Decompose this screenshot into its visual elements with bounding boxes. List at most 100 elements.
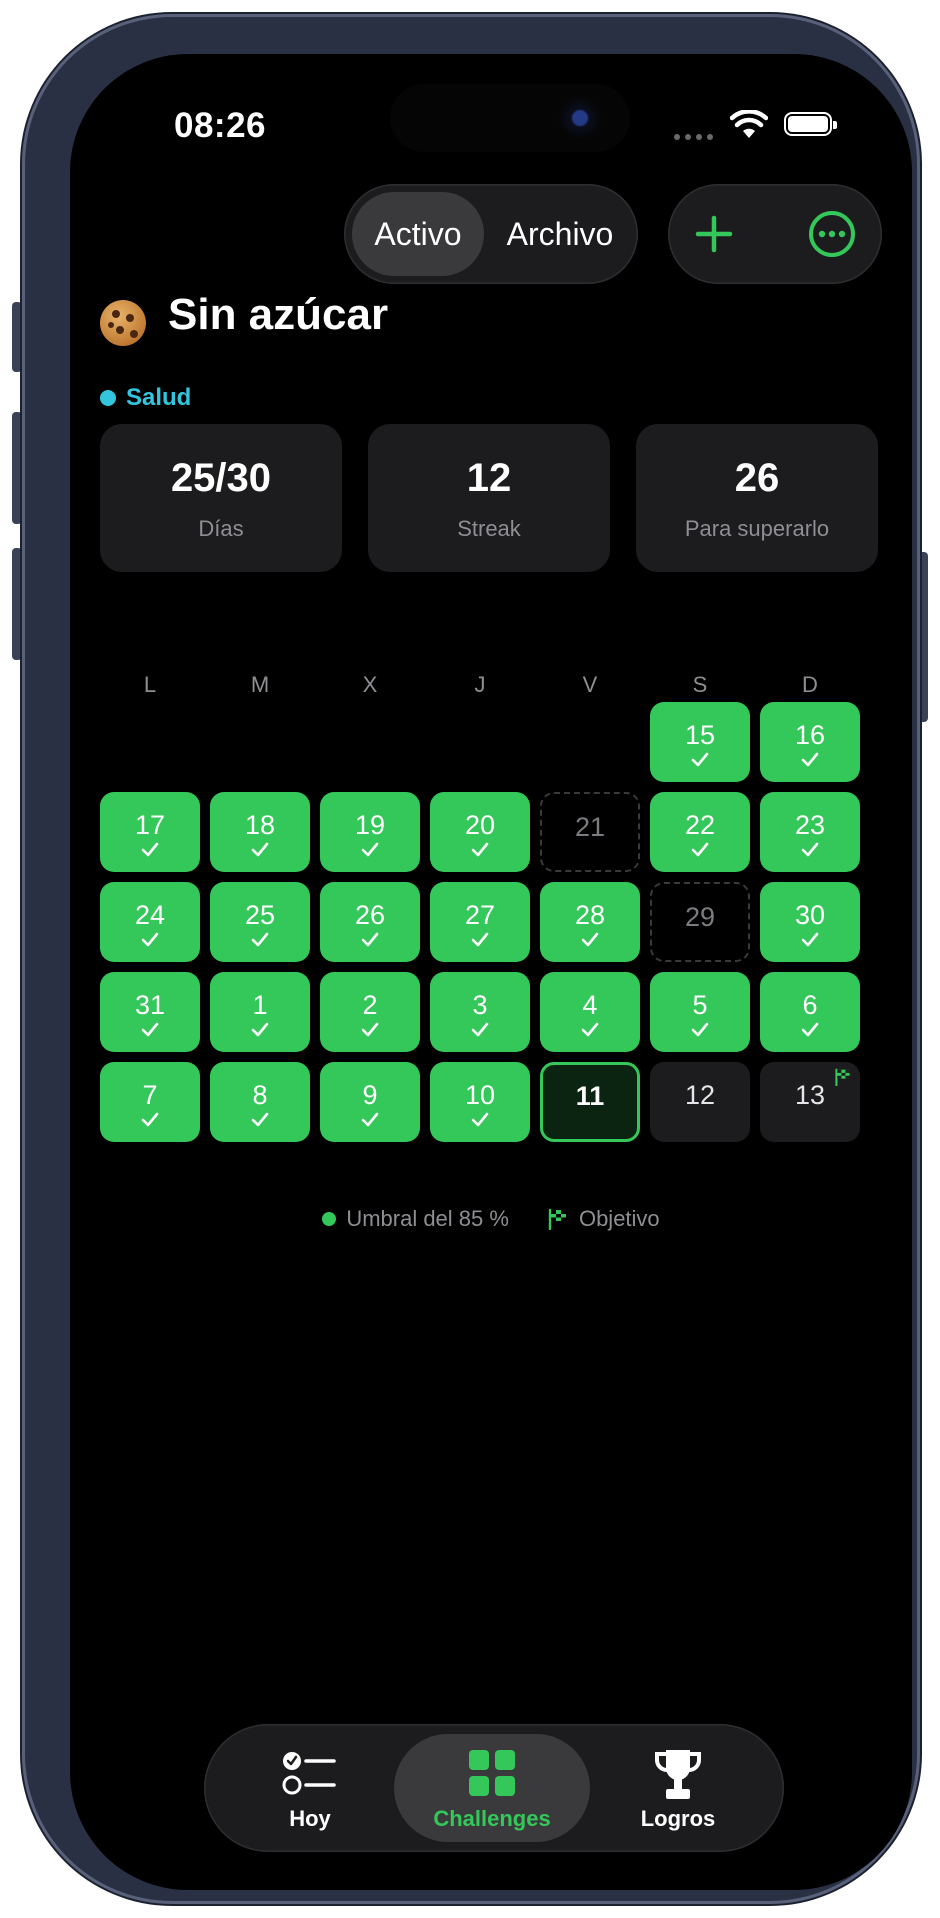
calendar-day[interactable]: 7 [100,1062,200,1142]
checkmark-icon [471,1112,489,1127]
goal-flag-icon [835,1068,850,1086]
calendar-day[interactable]: 3 [430,972,530,1052]
day-number: 22 [684,810,716,840]
checkmark-icon [141,1022,159,1037]
day-number: 27 [464,900,496,930]
tab-label: Logros [640,1806,716,1831]
segment-archivo[interactable]: Archivo [490,184,630,284]
day-number: 20 [464,810,496,840]
calendar-day[interactable]: 15 [650,702,750,782]
checkmark-icon [801,932,819,947]
checkmark-icon [471,1022,489,1037]
more-button[interactable] [804,206,860,262]
checkmark-icon [361,842,379,857]
checkmark-icon [801,842,819,857]
day-number: 1 [252,990,268,1020]
day-number: 23 [794,810,826,840]
day-number: 9 [362,1080,378,1110]
calendar-day[interactable]: 24 [100,882,200,962]
calendar-day[interactable]: 21 [540,792,640,872]
day-number: 4 [582,990,598,1020]
checkmark-icon [251,1112,269,1127]
legend-threshold-label: Umbral del 85 % [346,1206,509,1231]
day-number: 3 [472,990,488,1020]
checkmark-icon [691,842,709,857]
calendar-day[interactable]: 6 [760,972,860,1052]
calendar-day[interactable]: 9 [320,1062,420,1142]
checkmark-icon [251,1022,269,1037]
calendar-legend: Umbral del 85 % Objetivo [70,1206,912,1232]
weekday-header: M [250,672,270,697]
calendar-day[interactable]: 17 [100,792,200,872]
day-number: 21 [574,812,606,842]
calendar-day[interactable]: 10 [430,1062,530,1142]
grid-icon [469,1750,515,1796]
cookie-icon [100,300,146,346]
calendar-day[interactable]: 27 [430,882,530,962]
day-number: 8 [252,1080,268,1110]
calendar-day[interactable]: 13 [760,1062,860,1142]
segment-activo[interactable]: Activo [352,184,484,284]
add-button[interactable] [686,206,742,262]
plus-icon [695,215,733,253]
checkmark-icon [361,1112,379,1127]
tab-hoy[interactable]: Hoy [212,1724,408,1852]
day-number: 28 [574,900,606,930]
checkmark-icon [471,932,489,947]
day-number: 12 [684,1080,716,1110]
tab-bar: Hoy Challenges Logros [204,1724,784,1852]
status-time: 08:26 [174,106,267,145]
volume-up-button[interactable] [12,412,22,524]
checkmark-icon [251,932,269,947]
day-number: 26 [354,900,386,930]
calendar-day[interactable]: 23 [760,792,860,872]
calendar-day[interactable]: 22 [650,792,750,872]
calendar-day[interactable]: 4 [540,972,640,1052]
category-dot [100,390,116,406]
weekday-header: X [362,672,378,697]
day-number: 19 [354,810,386,840]
calendar-day[interactable]: 8 [210,1062,310,1142]
tab-logros[interactable]: Logros [580,1724,776,1852]
day-number: 11 [575,1081,605,1111]
day-number: 16 [794,720,826,750]
calendar-day[interactable]: 31 [100,972,200,1052]
day-number: 29 [684,902,716,932]
category-label: Salud [126,384,192,411]
calendar-day[interactable]: 29 [650,882,750,962]
checkmark-icon [141,932,159,947]
checkmark-icon [801,752,819,767]
calendar-day[interactable]: 11 [540,1062,640,1142]
day-number: 15 [684,720,716,750]
action-button[interactable] [12,302,22,372]
calendar-day[interactable]: 30 [760,882,860,962]
calendar-day[interactable]: 2 [320,972,420,1052]
calendar-day[interactable]: 1 [210,972,310,1052]
checkmark-icon [691,1022,709,1037]
tab-label: Hoy [289,1806,331,1831]
tab-challenges[interactable]: Challenges [394,1724,590,1852]
calendar-day[interactable]: 25 [210,882,310,962]
calendar-day[interactable]: 5 [650,972,750,1052]
day-number: 30 [794,900,826,930]
weekday-header: S [692,672,708,697]
weekday-header: J [474,672,486,697]
legend-threshold: Umbral del 85 % [322,1206,509,1232]
calendar-day[interactable]: 26 [320,882,420,962]
trophy-icon [655,1750,701,1799]
day-number: 2 [362,990,378,1020]
day-number: 25 [244,900,276,930]
calendar-day[interactable]: 12 [650,1062,750,1142]
calendar-day[interactable]: 28 [540,882,640,962]
screen: 08:26 Activo Archivo Sin azúcar Salud 25… [70,54,912,1890]
stat-label: Streak [457,516,521,541]
calendar-day[interactable]: 19 [320,792,420,872]
checkmark-icon [801,1022,819,1037]
calendar-day[interactable]: 16 [760,702,860,782]
calendar-day[interactable]: 20 [430,792,530,872]
volume-down-button[interactable] [12,548,22,660]
checkmark-icon [471,842,489,857]
day-number: 10 [464,1080,496,1110]
calendar-day[interactable]: 18 [210,792,310,872]
stat-value: 12 [466,456,512,500]
